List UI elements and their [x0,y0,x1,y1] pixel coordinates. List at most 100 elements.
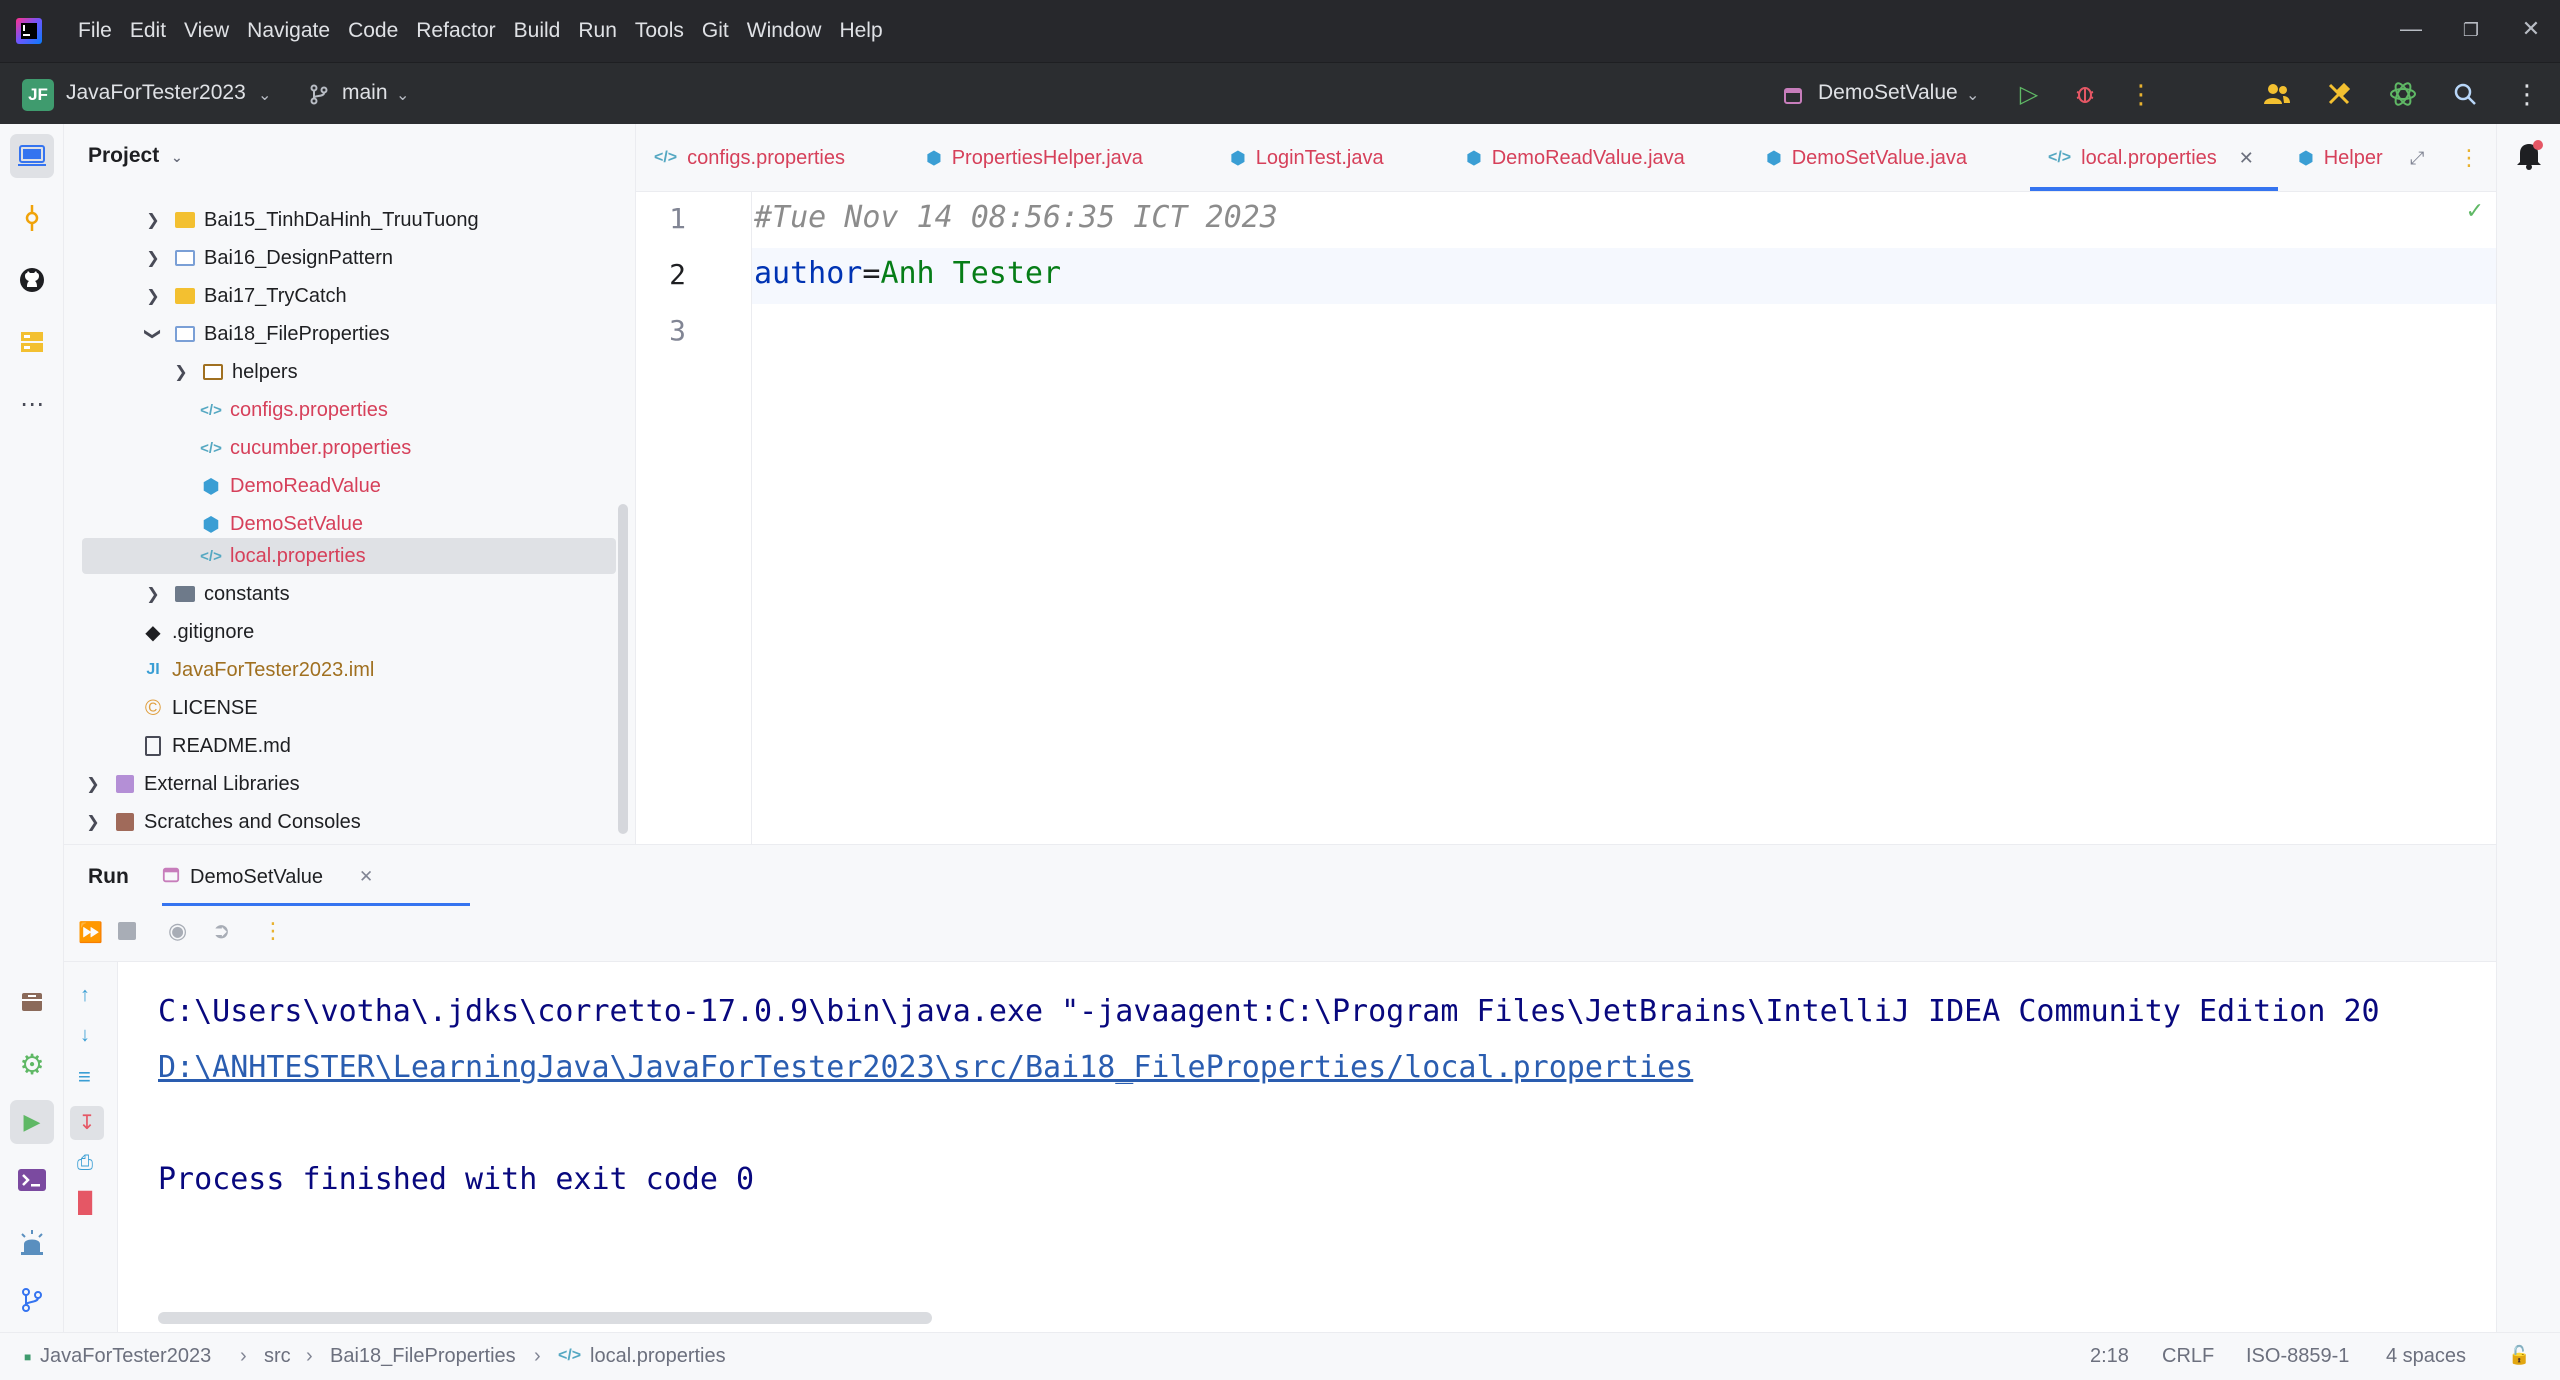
caret-position[interactable]: 2:18 [2090,1345,2129,1368]
chevron-right-icon[interactable]: ❯ [144,248,162,268]
intellij-logo-icon[interactable] [16,18,42,44]
breadcrumb-file[interactable]: local.properties [590,1345,726,1368]
commit-icon[interactable] [10,196,54,240]
minimize-icon[interactable]: — [2396,16,2426,42]
rerun-icon[interactable]: ⏩ [78,920,103,945]
project-badge[interactable]: JF [22,79,54,111]
menu-edit[interactable]: Edit [130,19,166,43]
breadcrumb-src[interactable]: src [264,1345,291,1368]
line-separator[interactable]: CRLF [2162,1345,2214,1368]
close-tab-icon[interactable]: ✕ [2239,148,2254,169]
tree-item[interactable]: ❯ External Libraries [84,766,299,802]
project-view-icon[interactable] [10,134,54,178]
tree-item[interactable]: ◆ .gitignore [142,614,254,650]
chevron-down-icon[interactable]: ⌄ [1966,85,1979,105]
scroll-to-end-icon[interactable]: ↧ [70,1106,104,1140]
console-horizontal-scrollbar[interactable] [158,1312,932,1324]
search-icon[interactable] [2448,77,2482,111]
run-more-icon[interactable]: ⋮ [262,918,284,944]
menu-build[interactable]: Build [514,19,561,43]
chevron-right-icon[interactable]: ❯ [144,210,162,230]
tree-item[interactable]: ❯ Bai17_TryCatch [144,278,346,314]
tree-item[interactable]: ❯ Bai15_TinhDaHinh_TruuTuong [144,202,478,238]
chevron-down-icon[interactable]: ❯ [143,325,163,343]
tree-item[interactable]: ⬢ DemoSetValue [200,506,363,542]
git-branch-icon[interactable] [302,77,336,111]
chevron-right-icon[interactable]: ❯ [84,812,102,832]
tree-item[interactable]: © LICENSE [142,690,258,726]
menu-tools[interactable]: Tools [635,19,684,43]
print-icon[interactable]: ⎙ [77,1152,93,1175]
breadcrumb-project[interactable]: JavaForTester2023 [40,1345,211,1368]
run-window-icon[interactable]: ▶ [10,1100,54,1144]
notifications-bell-icon[interactable] [2515,140,2543,175]
menu-git[interactable]: Git [702,19,729,43]
tree-item[interactable]: ❯ Scratches and Consoles [84,804,361,840]
chevron-down-icon[interactable]: ⌄ [258,85,271,105]
console-output[interactable]: C:\Users\votha\.jdks\corretto-17.0.9\bin… [118,962,2496,1332]
arrow-up-icon[interactable]: ↑ [80,984,90,1007]
more-actions-icon[interactable]: ⋮ [2124,77,2158,111]
close-tab-icon[interactable]: ✕ [359,867,373,887]
run-window-title[interactable]: Run [88,865,129,889]
menu-help[interactable]: Help [839,19,882,43]
chevron-right-icon[interactable]: ❯ [172,362,190,382]
menu-window[interactable]: Window [747,19,822,43]
screenshot-icon[interactable]: ◉ [168,918,187,944]
tree-item[interactable]: README.md [142,728,291,764]
breadcrumb-package[interactable]: Bai18_FileProperties [330,1345,516,1368]
tree-item[interactable]: ⬢ DemoReadValue [200,468,381,504]
indent-setting[interactable]: 4 spaces [2386,1345,2466,1368]
editor-tab[interactable]: ⬢ LoginTest.java [1230,124,1384,192]
run-config-selector[interactable]: DemoSetValue [1818,81,1958,105]
chevron-down-icon[interactable]: ⌄ [396,85,409,105]
terminal-icon[interactable] [10,1158,54,1202]
menu-refactor[interactable]: Refactor [416,19,495,43]
menu-code[interactable]: Code [348,19,398,43]
tree-item[interactable]: </> configs.properties [200,392,388,428]
file-encoding[interactable]: ISO-8859-1 [2246,1345,2349,1368]
tab-more-icon[interactable]: ⋮ [2458,124,2480,192]
console-file-link[interactable]: D:\ANHTESTER\LearningJava\JavaForTester2… [158,1050,1693,1085]
problems-icon[interactable] [10,1220,54,1264]
tree-item[interactable]: ❯ helpers [172,354,297,390]
stop-icon[interactable] [118,922,136,940]
tree-item[interactable]: ❯ Bai18_FileProperties [144,316,390,352]
run-icon[interactable]: ▷ [2012,77,2046,111]
maximize-editor-icon[interactable]: ⤢ [2410,124,2424,192]
github-icon[interactable] [10,258,54,302]
branch-name[interactable]: main [342,81,388,105]
chevron-right-icon[interactable]: ❯ [144,286,162,306]
editor-tab[interactable]: ⬢ Helper [2298,124,2383,192]
no-problems-check-icon[interactable]: ✓ [2466,198,2484,224]
run-tab[interactable]: DemoSetValue ✕ [162,855,373,899]
tree-item[interactable]: JI JavaForTester2023.iml [142,652,374,688]
settings-gear-icon[interactable]: ⚙ [10,1042,54,1086]
clear-all-icon[interactable]: █ [78,1192,92,1215]
editor-tab-active[interactable]: </> local.properties ✕ [2048,124,2254,192]
chevron-right-icon[interactable]: ❯ [144,584,162,604]
tree-item-selected[interactable]: </> local.properties [200,538,365,574]
services-icon[interactable] [10,980,54,1024]
code-editor[interactable]: 1 2 3 #Tue Nov 14 08:56:35 ICT 2023 auth… [636,192,2496,844]
git-icon[interactable] [10,1278,54,1322]
more-tools-icon[interactable]: ⋯ [10,382,54,426]
chevron-right-icon[interactable]: ❯ [84,774,102,794]
code-with-me-icon[interactable] [2260,77,2294,111]
menu-run[interactable]: Run [578,19,617,43]
soft-wrap-icon[interactable]: ≡ [78,1064,91,1090]
menu-navigate[interactable]: Navigate [247,19,330,43]
exit-icon[interactable]: ➲ [212,918,230,944]
arrow-down-icon[interactable]: ↓ [80,1024,90,1047]
editor-tab[interactable]: ⬢ DemoReadValue.java [1466,124,1685,192]
tree-item[interactable]: </> cucumber.properties [200,430,411,466]
structure-icon[interactable] [10,320,54,364]
debug-icon[interactable] [2068,77,2102,111]
editor-tab[interactable]: ⬢ PropertiesHelper.java [926,124,1143,192]
tree-item[interactable]: ❯ constants [144,576,289,612]
lock-icon[interactable]: 🔓 [2508,1345,2530,1366]
editor-tab[interactable]: </> configs.properties [654,124,845,192]
menu-file[interactable]: File [78,19,112,43]
project-scrollbar[interactable] [618,504,628,834]
project-panel-title[interactable]: Project ⌄ [88,144,183,168]
